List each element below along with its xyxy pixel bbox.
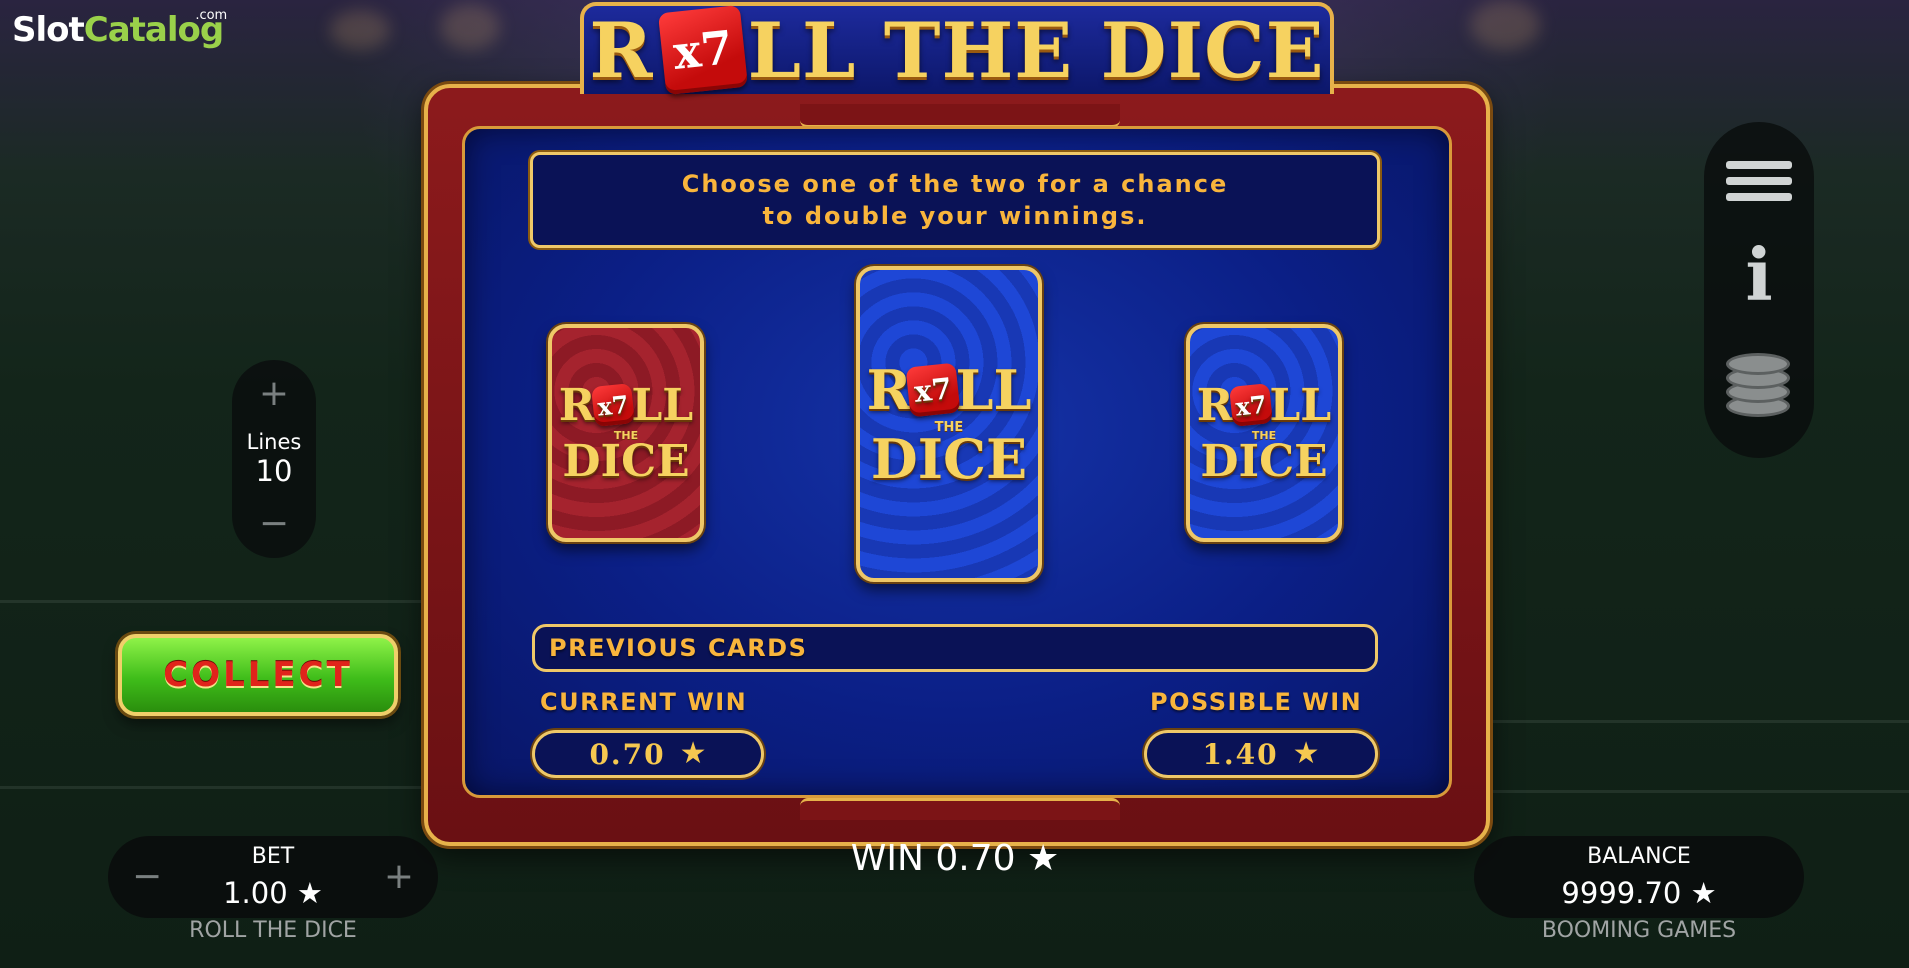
card-logo: R x7 LL THE DICE — [867, 358, 1032, 491]
title-rest: LL THE DICE — [747, 5, 1325, 95]
possible-win-pill: 1.40 ★ — [1144, 730, 1378, 778]
previous-cards-bar: PREVIOUS CARDS — [532, 624, 1378, 672]
collect-button[interactable]: COLLECT — [118, 634, 398, 716]
instruction-text: Choose one of the two for a chance to do… — [681, 170, 1229, 230]
side-menu: i — [1704, 122, 1814, 458]
collect-label: COLLECT — [163, 655, 353, 695]
card-logo-r: R — [558, 379, 596, 431]
die-label: x7 — [913, 370, 954, 409]
dice-icon: x7 — [1229, 383, 1274, 427]
star-icon: ★ — [296, 876, 323, 910]
lines-label: Lines — [246, 430, 302, 454]
possible-win-label: POSSIBLE WIN — [1150, 688, 1363, 716]
balance-value-row: 9999.70 ★ — [1474, 876, 1804, 910]
card-blue-selected[interactable]: R x7 LL THE DICE — [856, 266, 1042, 582]
hamburger-menu-icon[interactable] — [1726, 161, 1792, 201]
balance-label: BALANCE — [1587, 844, 1691, 869]
slotcatalog-logo: SlotCatalog .com — [12, 8, 227, 50]
lines-plus-button[interactable]: + — [259, 376, 289, 412]
card-logo-r: R — [866, 357, 912, 422]
star-icon: ★ — [1690, 876, 1717, 910]
balance-value: 9999.70 — [1561, 876, 1682, 910]
logo-suffix: .com — [195, 8, 228, 23]
current-win-label: CURRENT WIN — [540, 688, 748, 716]
card-logo-dice: DICE — [870, 426, 1028, 491]
coins-icon[interactable] — [1726, 349, 1792, 419]
balance-panel: BALANCE 9999.70 ★ — [1474, 836, 1804, 918]
card-red[interactable]: R x7 LL THE DICE — [548, 324, 704, 542]
info-icon[interactable]: i — [1745, 239, 1772, 311]
possible-win-value: 1.40 — [1202, 737, 1279, 771]
star-icon: ★ — [1292, 737, 1320, 770]
card-logo-ll: LL — [955, 357, 1032, 422]
bg-light — [1470, 0, 1540, 50]
bet-value: 1.00 — [223, 876, 288, 910]
previous-cards-label: PREVIOUS CARDS — [549, 634, 808, 662]
win-label: WIN — [850, 838, 924, 879]
card-logo-dice: DICE — [562, 435, 690, 487]
logo-part-1: Slot — [12, 10, 85, 50]
dice-icon: x7 — [905, 362, 961, 417]
card-logo-dice: DICE — [1200, 435, 1328, 487]
star-icon: ★ — [1026, 838, 1060, 879]
bet-plus-button[interactable]: + — [384, 856, 414, 897]
bet-panel: − BET 1.00 ★ + — [108, 836, 438, 918]
dice-icon: x7 — [657, 4, 748, 96]
lines-minus-button[interactable]: − — [259, 506, 289, 542]
current-win-value: 0.70 — [589, 737, 666, 771]
star-icon: ★ — [679, 737, 707, 770]
die-label: x7 — [1234, 388, 1269, 422]
provider-label: BOOMING GAMES — [1541, 918, 1737, 943]
table-line — [1490, 790, 1909, 793]
card-logo-ll: LL — [1269, 379, 1332, 431]
lines-panel: + Lines 10 − — [232, 360, 316, 558]
lines-value: 10 — [255, 454, 293, 488]
card-logo: R x7 LL THE DICE — [559, 380, 693, 487]
dice-icon: x7 — [591, 383, 636, 427]
card-logo-ll: LL — [631, 379, 694, 431]
frame-tab-bottom — [800, 798, 1120, 820]
current-win-pill: 0.70 ★ — [532, 730, 764, 778]
win-value: 0.70 — [935, 838, 1016, 879]
game-title-banner: R x7 LL THE DICE — [580, 2, 1334, 96]
table-line — [1490, 720, 1909, 723]
table-line — [0, 786, 430, 789]
bg-light — [440, 4, 500, 50]
bg-light — [330, 10, 390, 50]
title-letter-r: R — [589, 5, 654, 95]
game-name-label: ROLL THE DICE — [189, 918, 357, 943]
card-blue[interactable]: R x7 LL THE DICE — [1186, 324, 1342, 542]
table-line — [0, 600, 430, 603]
card-logo-r: R — [1196, 379, 1234, 431]
card-logo: R x7 LL THE DICE — [1197, 380, 1331, 487]
frame-tab-top — [800, 104, 1120, 128]
win-display: WIN 0.70 ★ — [820, 838, 1090, 879]
instruction-box: Choose one of the two for a chance to do… — [530, 152, 1380, 248]
lines-info: Lines 10 — [247, 430, 302, 488]
die-label: x7 — [596, 388, 631, 422]
die-label: x7 — [670, 20, 735, 80]
